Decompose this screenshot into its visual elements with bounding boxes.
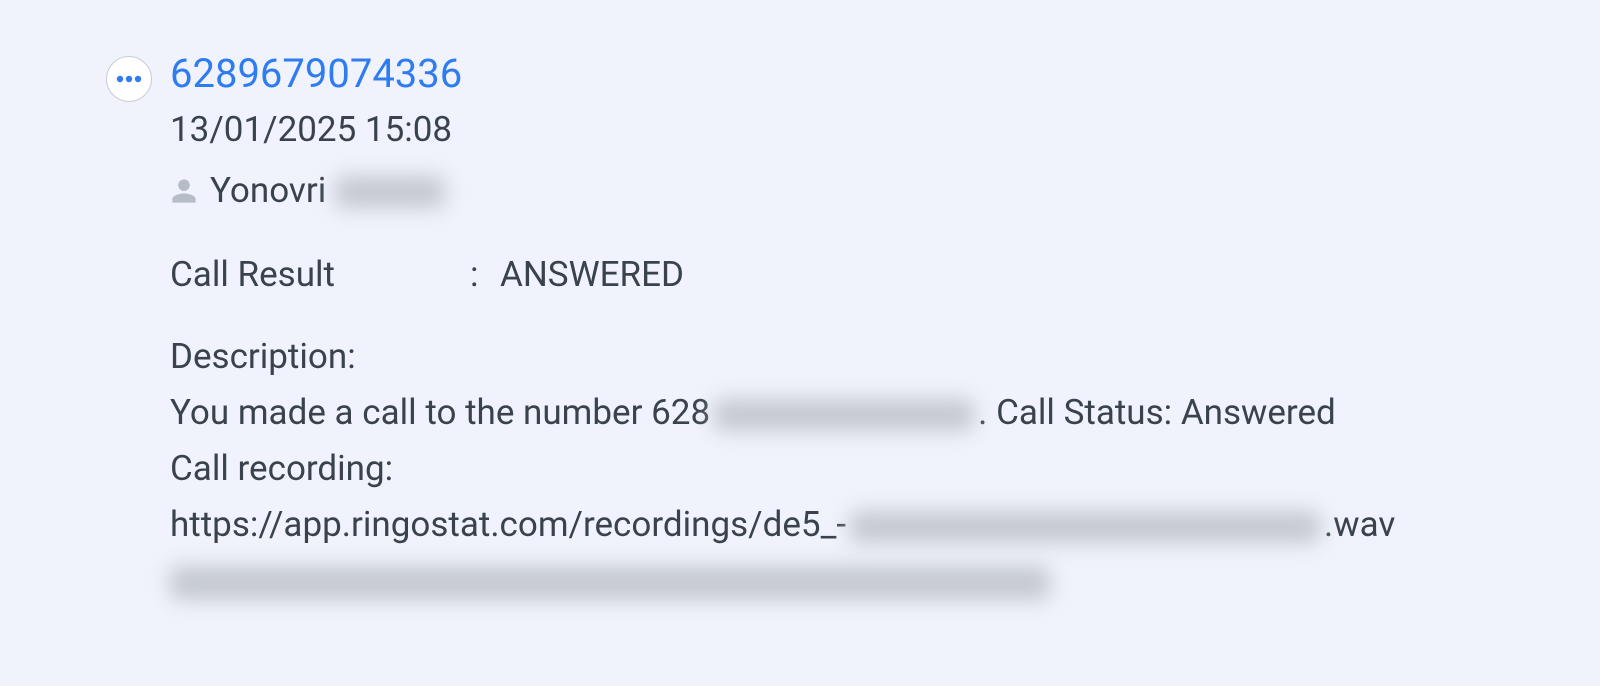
description-heading: Description: [170,330,1500,384]
phone-number-link[interactable]: 6289679074336 [170,50,462,98]
more-menu-button[interactable] [106,56,152,102]
recording-url-pre: https://app.ringostat.com/recordings/de5… [170,504,846,545]
call-result-row: Call Result : ANSWERED [170,249,1500,302]
phone-redacted [714,399,974,431]
more-horizontal-icon [116,75,142,83]
description-line-2: Call recording: [170,442,1500,496]
description-line-1-pre: You made a call to the number 628 [170,392,710,433]
author-first-name: Yonovri [210,170,326,211]
call-result-value: ANSWERED [500,249,684,302]
author-row: Yonovri [170,165,1500,218]
call-result-label: Call Result [170,249,470,302]
recording-url-post: .wav [1324,504,1395,545]
author-name: Yonovri [210,165,445,218]
call-record-card: 6289679074336 13/01/2025 15:08 Yonovri C… [0,0,1600,661]
description-block: Description: You made a call to the numb… [170,330,1500,609]
description-line-1: You made a call to the number 628 . Call … [170,386,1500,440]
url-id-redacted [850,511,1320,543]
person-icon [170,176,198,206]
description-line-4-redacted [170,555,1500,609]
token-redacted [170,566,1050,600]
author-last-name-redacted [335,176,445,208]
description-line-3: https://app.ringostat.com/recordings/de5… [170,498,1500,552]
description-line-1-post: . Call Status: Answered [978,392,1336,433]
timestamp: 13/01/2025 15:08 [170,104,1500,157]
call-result-separator: : [470,249,500,302]
